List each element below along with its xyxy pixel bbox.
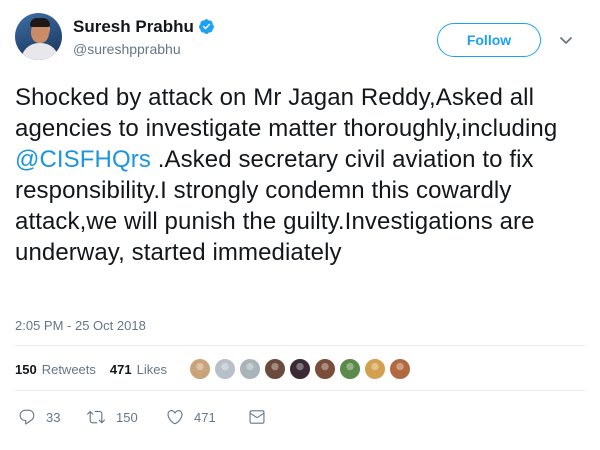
heart-icon [167,410,183,425]
liker-avatar[interactable] [364,358,386,380]
liker-avatar[interactable] [289,358,311,380]
timestamp[interactable]: 2:05 PM - 25 Oct 2018 [15,318,146,333]
chevron-down-icon[interactable] [558,33,574,47]
reply-count: 33 [46,409,61,425]
retweet-button[interactable]: 150 [86,408,166,426]
retweets-label[interactable]: Retweets [42,362,96,377]
author-block[interactable]: Suresh Prabhu @sureshpprabhu [73,17,215,57]
reply-icon [19,409,35,425]
liker-avatar[interactable] [339,358,361,380]
likes-label[interactable]: Likes [137,362,167,377]
divider [15,390,585,391]
direct-message-button[interactable] [248,408,266,426]
likes-count[interactable]: 471 [110,362,132,377]
author-name[interactable]: Suresh Prabhu [73,17,194,37]
author-handle[interactable]: @sureshpprabhu [73,41,215,57]
liker-avatar[interactable] [264,358,286,380]
avatar-hair-shape [30,18,50,27]
retweets-count[interactable]: 150 [15,362,37,377]
follow-button[interactable]: Follow [437,23,541,57]
avatar[interactable] [15,13,62,60]
tweet-stats: 150 Retweets 471 Likes [15,362,181,377]
verified-badge-icon [198,18,214,34]
tweet-text-part: Shocked by attack on Mr Jagan Reddy,Aske… [15,84,558,142]
like-count: 471 [194,409,216,425]
liker-avatar[interactable] [389,358,411,380]
liker-avatar[interactable] [214,358,236,380]
envelope-icon [249,410,265,424]
liker-avatar[interactable] [314,358,336,380]
retweet-icon [87,410,105,424]
tweet-card: Suresh Prabhu @sureshpprabhu Follow Shoc… [0,0,600,450]
divider [15,345,585,346]
liker-avatar[interactable] [189,358,211,380]
tweet-actions: 33 150 471 [18,408,266,426]
avatar-body-shape [21,43,59,60]
retweet-count: 150 [116,409,138,425]
liker-avatars [189,358,414,380]
like-button[interactable]: 471 [166,408,248,426]
liker-avatar[interactable] [239,358,261,380]
reply-button[interactable]: 33 [18,408,86,426]
tweet-text: Shocked by attack on Mr Jagan Reddy,Aske… [15,82,585,268]
mention-link[interactable]: @CISFHQrs [15,146,151,173]
